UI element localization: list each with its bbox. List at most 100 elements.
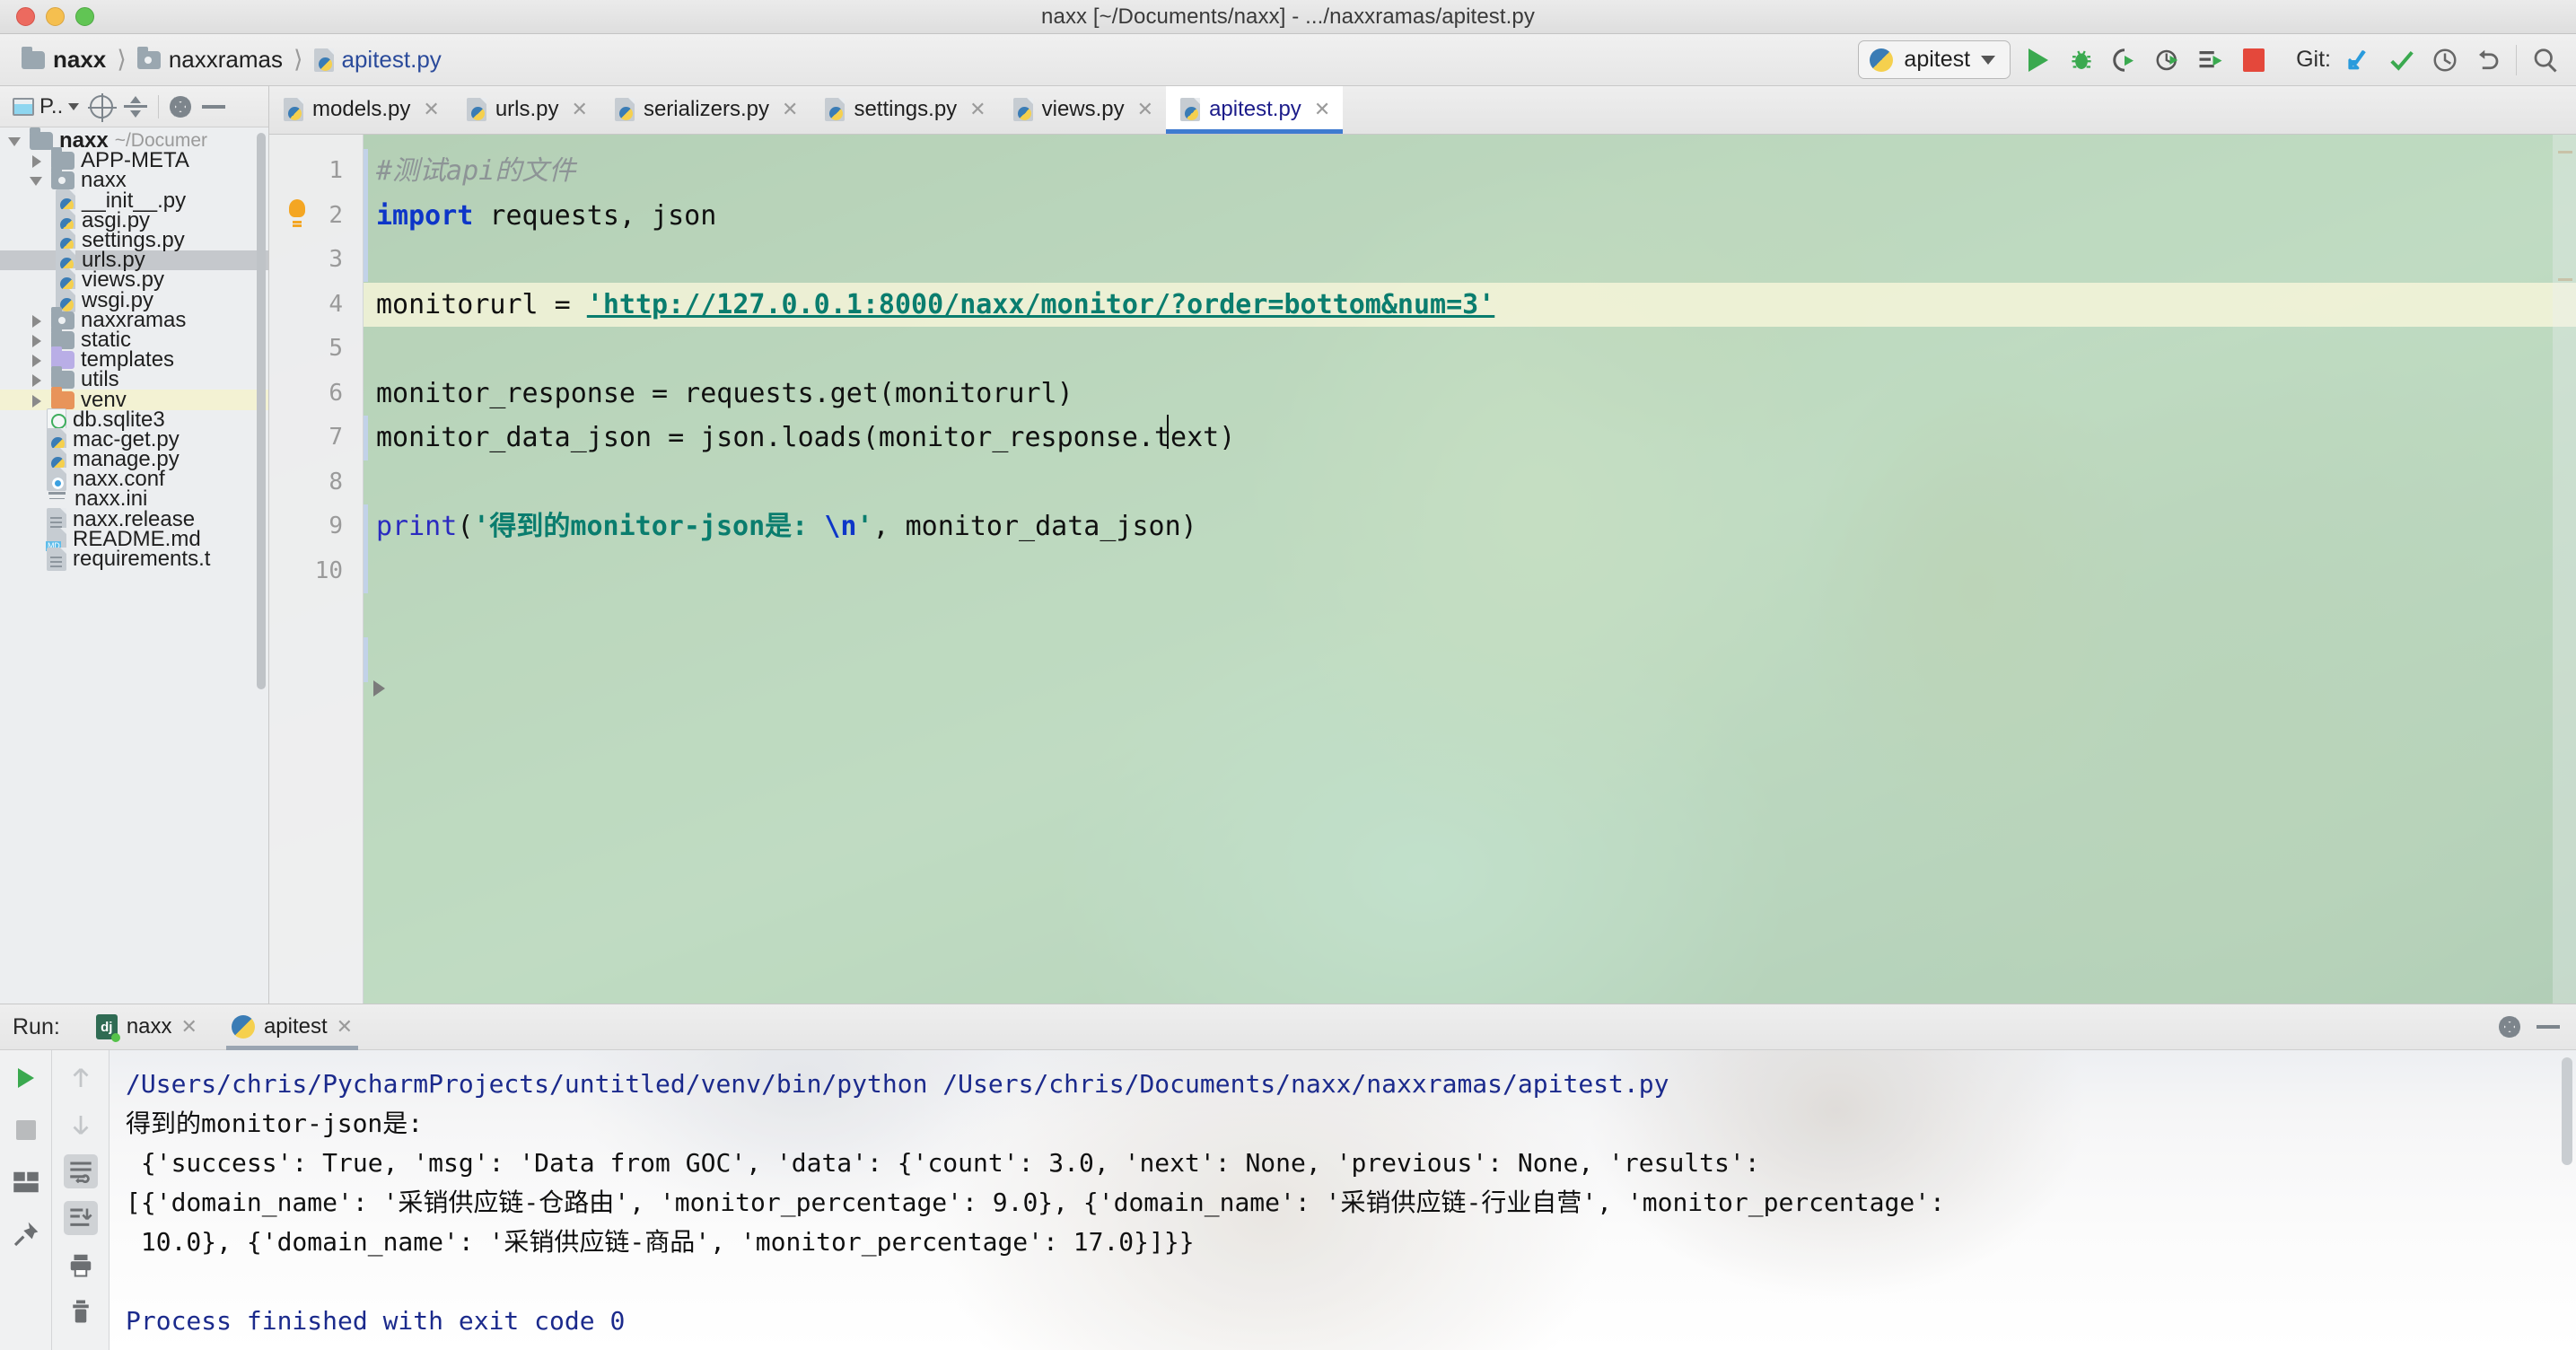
code-content[interactable]: #测试api的文件 import requests, json monitoru… xyxy=(364,135,2576,1004)
debug-button[interactable] xyxy=(2066,45,2097,75)
line-number: 6 xyxy=(329,379,343,407)
intention-bulb-icon[interactable] xyxy=(289,199,305,224)
close-icon[interactable]: ✕ xyxy=(1314,98,1330,121)
search-everywhere-button[interactable] xyxy=(2529,45,2560,75)
run-configuration-selector[interactable]: apitest xyxy=(1858,40,2011,79)
tab-label: models.py xyxy=(312,97,411,121)
soft-wrap-button[interactable] xyxy=(63,1154,98,1188)
tree-item-app-meta[interactable]: APP-META xyxy=(0,147,268,172)
function-print: print xyxy=(376,511,458,542)
rerun-button[interactable] xyxy=(9,1061,43,1095)
run-coverage-button[interactable] xyxy=(2109,45,2140,75)
hide-icon[interactable] xyxy=(202,104,226,109)
panel-divider xyxy=(158,94,160,118)
run-configuration-label: apitest xyxy=(1904,47,1971,72)
tab-serializers-py[interactable]: serializers.py ✕ xyxy=(600,86,810,134)
close-icon[interactable]: ✕ xyxy=(572,98,588,121)
hide-panel-icon[interactable] xyxy=(2537,1025,2560,1029)
close-icon[interactable]: ✕ xyxy=(969,98,986,121)
profile-button[interactable] xyxy=(2152,45,2183,75)
code-line-9: print('得到的monitor-json是: \n', monitor_da… xyxy=(364,504,2576,549)
chevron-closed-icon[interactable] xyxy=(29,372,45,388)
project-tree-scrollbar[interactable] xyxy=(257,133,266,689)
settings-gear-icon[interactable] xyxy=(2499,1016,2520,1038)
settings-gear-icon[interactable] xyxy=(170,95,192,118)
tree-item-utils[interactable]: utils xyxy=(0,366,268,391)
scroll-up-button[interactable] xyxy=(64,1061,98,1095)
project-view-selector[interactable]: P.. xyxy=(13,93,80,119)
line-number: 8 xyxy=(329,468,343,495)
close-icon[interactable]: ✕ xyxy=(1137,98,1153,121)
git-rollback-button[interactable] xyxy=(2473,45,2503,75)
fold-region-icon[interactable] xyxy=(373,680,385,697)
clear-all-button[interactable] xyxy=(64,1294,98,1328)
chevron-closed-icon[interactable] xyxy=(29,153,45,169)
undo-icon xyxy=(2479,49,2499,69)
bug-icon xyxy=(2072,49,2091,69)
chevron-open-icon[interactable] xyxy=(29,172,45,188)
tree-item-naxxramas[interactable]: naxxramas xyxy=(0,306,268,332)
chevron-closed-icon[interactable] xyxy=(29,392,45,408)
project-panel-title: P.. xyxy=(39,93,64,118)
breadcrumb-item-apitest[interactable]: apitest.py xyxy=(309,44,447,75)
breadcrumb-item-naxxramas[interactable]: naxxramas xyxy=(132,44,288,75)
tab-views-py[interactable]: views.py ✕ xyxy=(999,86,1166,134)
run-tab-apitest[interactable]: apitest ✕ xyxy=(219,1004,365,1050)
clock-icon xyxy=(2433,48,2457,71)
layout-button[interactable] xyxy=(9,1165,43,1199)
chevron-closed-icon[interactable] xyxy=(29,312,45,329)
print-button[interactable] xyxy=(64,1248,98,1282)
chevron-down-icon[interactable] xyxy=(68,102,80,110)
scroll-down-button[interactable] xyxy=(64,1108,98,1142)
tree-item-templates[interactable]: templates xyxy=(0,346,268,372)
code-text: ( xyxy=(457,511,474,542)
locate-icon[interactable] xyxy=(88,92,118,122)
url-string-literal[interactable]: 'http://127.0.0.1:8000/naxx/monitor/?ord… xyxy=(587,289,1494,320)
chevron-open-icon[interactable] xyxy=(7,133,23,149)
git-history-button[interactable] xyxy=(2430,45,2460,75)
run-actions-secondary xyxy=(52,1050,110,1350)
chevron-closed-icon[interactable] xyxy=(29,352,45,368)
string-literal: ' xyxy=(856,511,873,542)
line-number: 5 xyxy=(329,335,343,362)
code-line-6: monitor_response = requests.get(monitoru… xyxy=(376,377,1073,409)
console-output[interactable]: /Users/chris/PycharmProjects/untitled/ve… xyxy=(110,1050,2576,1350)
scroll-to-end-button[interactable] xyxy=(63,1201,98,1235)
run-tab-bar[interactable]: Run: dj naxx ✕ apitest ✕ xyxy=(0,1004,2576,1050)
text-caret xyxy=(1167,415,1169,449)
chevron-closed-icon[interactable] xyxy=(29,332,45,348)
tab-label: serializers.py xyxy=(643,97,769,121)
git-commit-button[interactable] xyxy=(2387,45,2417,75)
code-line-4[interactable]: monitorurl = 'http://127.0.0.1:8000/naxx… xyxy=(364,282,2576,327)
console-scrollbar[interactable] xyxy=(2562,1057,2572,1165)
tab-apitest-py[interactable]: apitest.py ✕ xyxy=(1166,86,1344,134)
run-tab-naxx[interactable]: dj naxx ✕ xyxy=(83,1004,210,1050)
tab-settings-py[interactable]: settings.py ✕ xyxy=(810,86,998,134)
folder-icon xyxy=(22,46,45,69)
folder-icon xyxy=(30,127,53,151)
code-editor[interactable]: 1 2 3 4 5 6 7 8 9 10 #测试api的文件 import re… xyxy=(269,135,2576,1004)
tab-urls-py[interactable]: urls.py ✕ xyxy=(452,86,600,134)
breadcrumb-item-naxx[interactable]: naxx xyxy=(16,44,111,75)
collapse-all-icon[interactable] xyxy=(124,95,148,118)
window-title: naxx [~/Documents/naxx] - .../naxxramas/… xyxy=(1041,4,1535,29)
close-icon[interactable]: ✕ xyxy=(423,98,439,121)
git-update-button[interactable] xyxy=(2344,45,2374,75)
editor-marker-bar[interactable] xyxy=(2553,135,2576,1004)
run-with-console-button[interactable] xyxy=(2195,45,2226,75)
breadcrumb[interactable]: naxx ⟩ naxxramas ⟩ apitest.py xyxy=(0,44,447,75)
close-icon[interactable]: ✕ xyxy=(337,1015,353,1039)
project-tree[interactable]: naxx ~/Documer APP-META naxx __init__.py xyxy=(0,127,268,1004)
profiler-icon xyxy=(2156,49,2178,70)
editor-tab-bar[interactable]: models.py ✕ urls.py ✕ serializers.py ✕ s… xyxy=(269,86,2576,135)
run-panel-tools xyxy=(2499,1016,2576,1038)
close-icon[interactable]: ✕ xyxy=(181,1015,197,1039)
pin-button[interactable] xyxy=(9,1217,43,1251)
stop-process-button[interactable] xyxy=(9,1113,43,1147)
close-icon[interactable]: ✕ xyxy=(782,98,798,121)
run-button[interactable] xyxy=(2023,45,2054,75)
tree-item-requirements-txt[interactable]: requirements.t xyxy=(0,547,268,572)
stop-button[interactable] xyxy=(2239,45,2269,75)
tab-models-py[interactable]: models.py ✕ xyxy=(269,86,452,134)
chevron-down-icon[interactable] xyxy=(1981,55,1996,65)
